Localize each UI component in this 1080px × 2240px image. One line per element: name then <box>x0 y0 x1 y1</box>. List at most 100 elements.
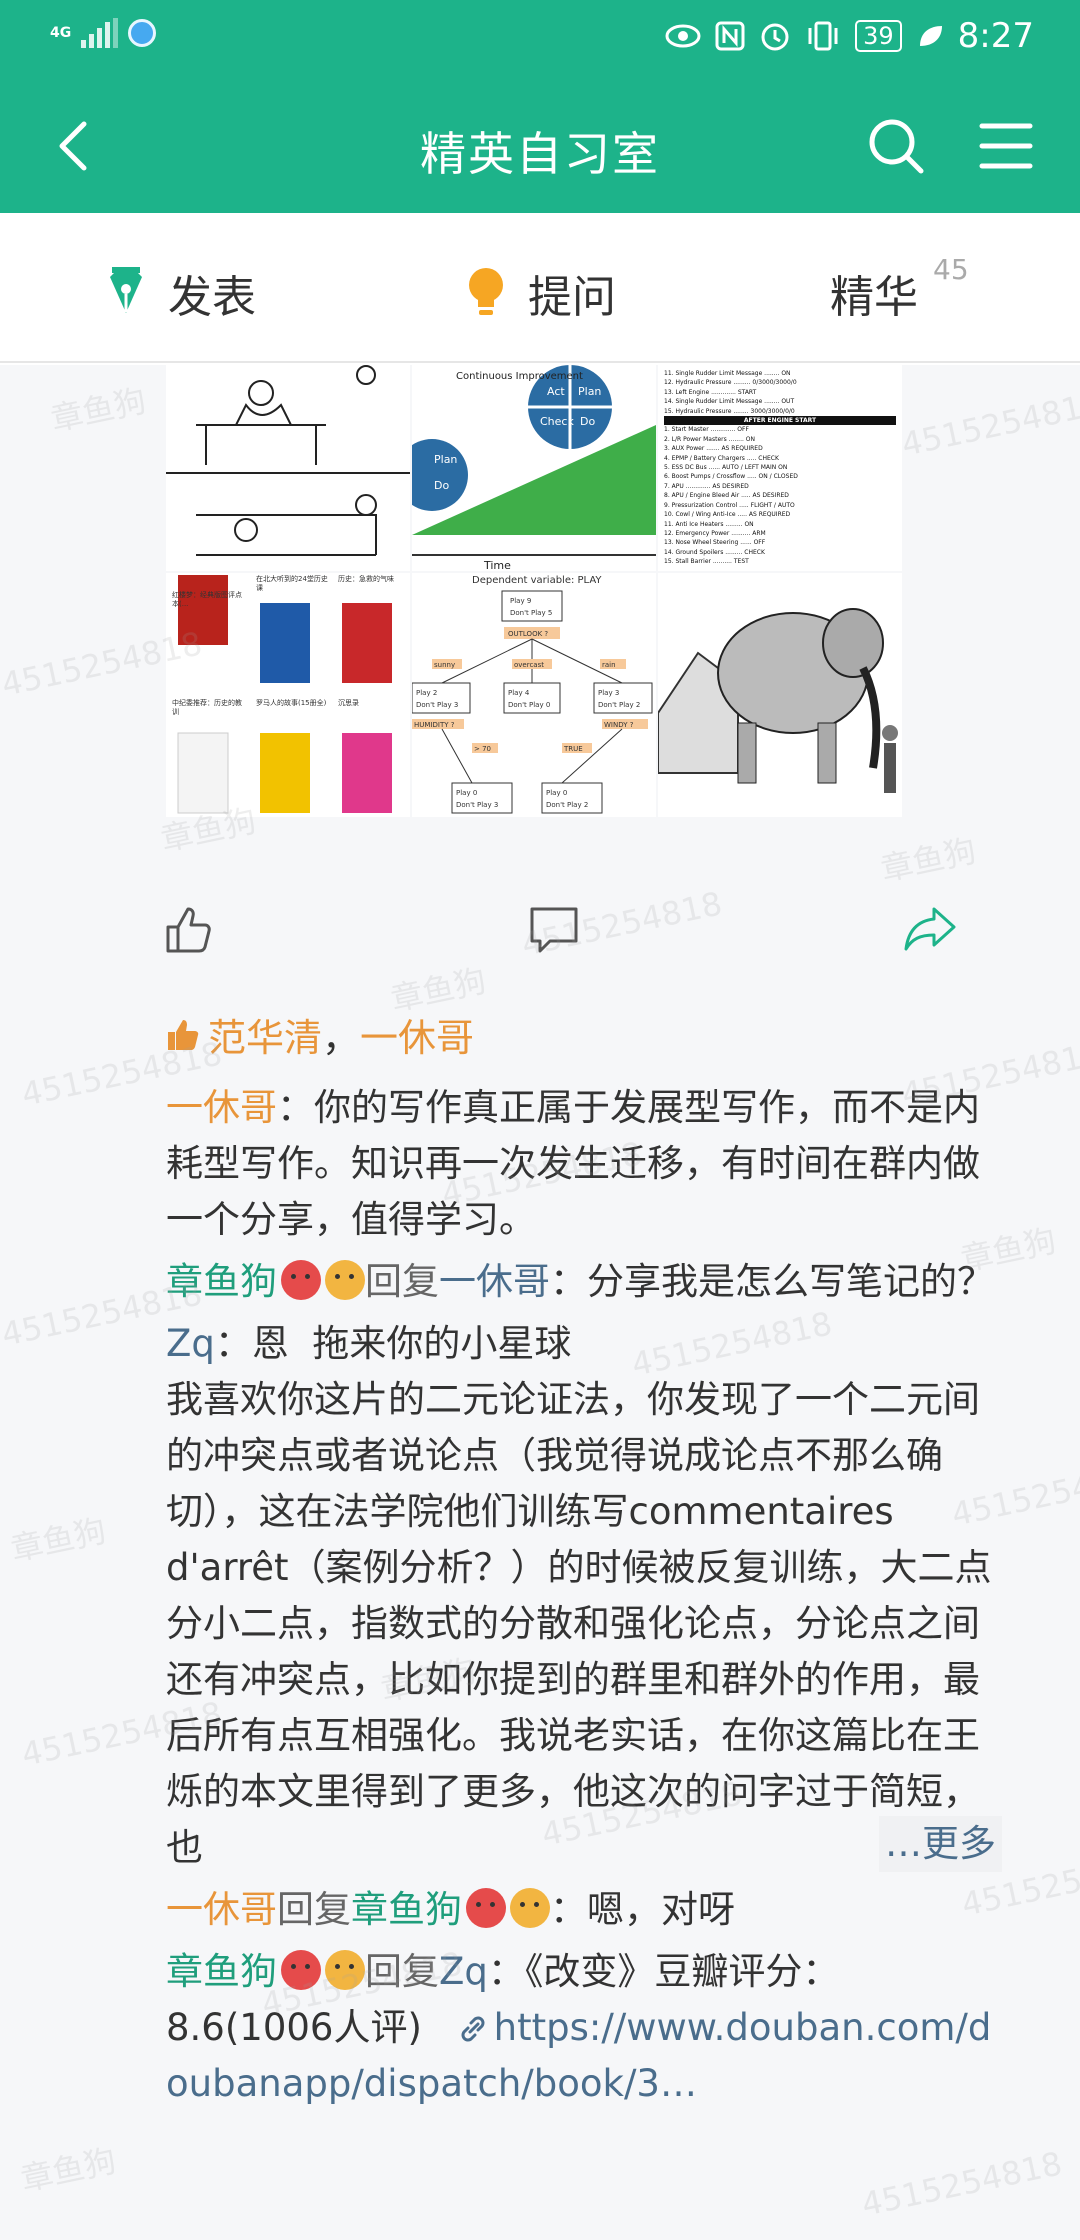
comment-item[interactable]: 一休哥：你的写作真正属于发展型写作，而不是内耗型写作。知识再一次发生迁移，有时间… <box>166 1080 1006 1248</box>
decision-tree-illustration: Dependent variable: PLAY Play 9 Don't Pl… <box>412 573 656 817</box>
watermark: 章鱼狗 <box>877 831 980 889</box>
like-list: 范华清 ， 一休哥 <box>166 1007 474 1062</box>
tab-featured-label: 精华 <box>830 272 918 323</box>
comment-item[interactable]: 章鱼狗 回复Zq：《改变》豆瓣评分：8.6(1006人评) https://www… <box>166 1944 1006 2112</box>
tree-windy: WINDY ? <box>604 721 634 729</box>
pdca-plan-2: Plan <box>434 453 457 466</box>
eye-icon <box>665 24 701 48</box>
comment-author[interactable]: 一休哥 <box>166 1888 277 1931</box>
like-user[interactable]: 一休哥 <box>360 1007 474 1062</box>
dog-emoji-icon <box>325 1950 365 1990</box>
book-title-2: 在北大听到的24堂历史课 <box>256 575 328 592</box>
status-bar: 4G 39 8:27 <box>0 0 1080 80</box>
image-checklist[interactable]: 11. Single Rudder Limit Message ........… <box>658 365 902 571</box>
reply-target[interactable]: Zq <box>439 1950 488 1993</box>
checklist-line: 11. Anti Ice Heaters ......... ON <box>664 520 754 528</box>
checklist-line: 10. Cowl / Wing Anti-Ice ..... AS REQUIR… <box>664 511 791 519</box>
comment-item[interactable]: 章鱼狗 回复一休哥：分享我是怎么写笔记的？ <box>166 1254 1006 1310</box>
share-icon[interactable] <box>902 905 958 953</box>
image-grid: Act Plan Check Do Plan Do Continuous Imp… <box>166 365 902 817</box>
menu-icon[interactable] <box>978 120 1034 172</box>
tree-title: Dependent variable: PLAY <box>472 575 602 586</box>
tab-ask[interactable]: 提问 <box>466 261 616 325</box>
comment-author[interactable]: 一休哥 <box>166 1086 277 1129</box>
checklist-line: AFTER ENGINE START <box>664 416 896 426</box>
image-sketch-study-sleep[interactable] <box>166 365 410 571</box>
tree-humidity: HUMIDITY ? <box>414 721 455 729</box>
standard-label: Standard <box>508 454 549 464</box>
lightbulb-icon <box>469 268 503 315</box>
checklist-line: 1. Start Master ............. OFF <box>664 426 749 434</box>
book-title-3: 历史：急救的气味 <box>338 575 394 583</box>
tab-post-label: 发表 <box>168 272 256 323</box>
comment-author[interactable]: Zq <box>166 1322 215 1365</box>
alarm-icon <box>761 23 789 51</box>
checklist-line: 13. Nose Wheel Steering ...... OFF <box>664 539 766 547</box>
book-title-1: 红楼梦：经典版图评点本(... <box>172 591 242 608</box>
sketch-illustration <box>166 365 410 571</box>
image-continuous-improvement[interactable]: Act Plan Check Do Plan Do Continuous Imp… <box>412 365 656 571</box>
checklist-line: 13. Left Engine ............. START <box>664 388 757 396</box>
tree-overcast: overcast <box>514 661 544 669</box>
comment-text: 嗯，对呀 <box>587 1888 735 1931</box>
tree-root-play: Play 9 <box>510 597 531 605</box>
checklist-line: 6. Boost Pumps / Crossflow ..... ON / CL… <box>664 473 798 481</box>
comment-author[interactable]: 章鱼狗 <box>166 1260 277 1303</box>
pdca-do: Do <box>580 415 595 428</box>
like-user[interactable]: 范华清 <box>208 1007 322 1062</box>
pdca-plan: Plan <box>578 385 601 398</box>
tab-ask-label: 提问 <box>528 272 616 323</box>
tree-sunny: sunny <box>434 661 455 669</box>
checklist-line: 4. EPMP / Battery Chargers ..... CHECK <box>664 454 779 462</box>
book-title-4: 中纪委推荐：历史的教训 <box>172 699 242 716</box>
image-decision-tree[interactable]: Dependent variable: PLAY Play 9 Don't Pl… <box>412 573 656 817</box>
tab-featured[interactable]: 精华 <box>830 261 918 325</box>
comment-item[interactable]: Zq：恩 拖来你的小星球 我喜欢你这片的二元论证法，你发现了一个二元间的冲突点或… <box>166 1316 1006 1876</box>
comment-item[interactable]: 一休哥回复章鱼狗 ：嗯，对呀 <box>166 1882 1006 1938</box>
reply-word: 回复 <box>365 1260 439 1303</box>
watermark: 4515254818 <box>858 2144 1066 2224</box>
checklist-line: 5. ESS DC Bus ...... AUTO / LEFT MAIN ON <box>664 464 788 472</box>
post-actions <box>0 895 1080 975</box>
app-bar: 精英自习室 <box>0 80 1080 213</box>
reply-target[interactable]: 一休哥 <box>439 1260 550 1303</box>
more-link[interactable]: …更多 <box>879 1816 1002 1872</box>
octopus-emoji-icon <box>281 1950 321 1990</box>
tree-sunny-dont: Don't Play 3 <box>416 701 458 709</box>
reply-word: 回复 <box>277 1888 351 1931</box>
link-icon <box>461 2016 485 2042</box>
nfc-icon <box>715 21 745 51</box>
comment-sep: ： <box>550 1260 587 1303</box>
vibrate-icon <box>808 21 838 51</box>
comment-icon[interactable] <box>528 905 580 955</box>
reply-target[interactable]: 章鱼狗 <box>351 1888 462 1931</box>
image-elephant[interactable] <box>658 573 902 817</box>
network-type: 4G <box>50 25 72 41</box>
pen-nib-icon <box>110 267 142 313</box>
comment-sep: ： <box>550 1888 587 1931</box>
pdca-check: Check <box>540 415 574 428</box>
like-separator: ， <box>322 1016 361 1060</box>
checklist-line: 12. Hydraulic Pressure ......... 0/3000/… <box>664 379 797 387</box>
comment-author[interactable]: 章鱼狗 <box>166 1950 277 1993</box>
book-title-6: 沉思录 <box>338 699 359 707</box>
elephant-illustration <box>658 573 902 817</box>
featured-count-badge: 45 <box>933 253 969 286</box>
dog-emoji-icon <box>510 1888 550 1928</box>
checklist-line: 2. L/R Power Masters ........ ON <box>664 435 756 443</box>
checklist-line: 11. Single Rudder Limit Message ........… <box>664 370 791 377</box>
like-icon[interactable] <box>164 905 214 955</box>
tree-gt70: > 70 <box>474 745 491 753</box>
tree-leaf1-dont: Don't Play 3 <box>456 801 498 809</box>
search-icon[interactable] <box>866 116 926 176</box>
tree-leaf1-play: Play 0 <box>456 789 477 797</box>
comment-sep: ： <box>277 1086 314 1129</box>
checklist-line: 14. Single Rudder Limit Message ........… <box>664 398 795 406</box>
comment-text: 分享我是怎么写笔记的？ <box>587 1260 994 1303</box>
tab-post[interactable]: 发表 <box>106 261 256 325</box>
image-book-list[interactable]: 红楼梦：经典版图评点本(... 在北大听到的24堂历史课 历史：急救的气味 中纪… <box>166 573 410 817</box>
checklist-line: 12. Emergency Power .......... ARM <box>664 529 766 537</box>
thumb-up-filled-icon <box>168 1019 199 1050</box>
tree-rain: rain <box>602 661 616 669</box>
tree-root-dont: Don't Play 5 <box>510 609 552 617</box>
